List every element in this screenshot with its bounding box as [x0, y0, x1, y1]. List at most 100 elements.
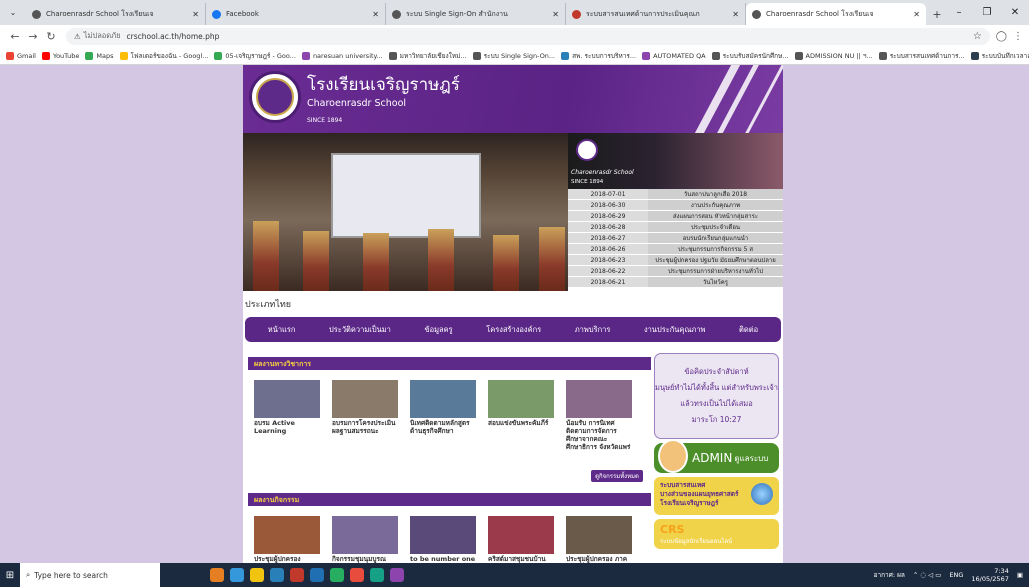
- tab-close-icon[interactable]: ✕: [732, 10, 739, 19]
- bookmark-item[interactable]: ADMISSION NU || ฯ...: [794, 51, 873, 61]
- news-row[interactable]: 2018-06-28 ประชุมประจำเดือน: [568, 221, 783, 233]
- reload-icon[interactable]: ↻: [42, 27, 60, 45]
- bookmark-item[interactable]: Maps: [85, 51, 114, 60]
- news-row[interactable]: 2018-06-29 ส่งแผนการสอน หัวหน้ากลุ่มสาระ: [568, 210, 783, 222]
- app-icon[interactable]: [310, 568, 324, 582]
- tray-arrows-icon[interactable]: ⌃ ◌ ◁ ▭: [913, 571, 941, 579]
- activity-thumbnail[interactable]: น้อมรับ การนิเทศ ติดตามการจัดการศึกษาจาก…: [566, 380, 632, 451]
- bookmark-item[interactable]: Gmail: [6, 51, 36, 60]
- thumbnail-caption[interactable]: อบรม Active Learning: [254, 419, 320, 435]
- thumbnail-caption[interactable]: ประชุมผู้ปกครอง 2/2563: [254, 555, 320, 563]
- menu-item[interactable]: ภาพบริการ: [575, 324, 611, 336]
- browser-tab[interactable]: ระบบ Single Sign-On สำนักงาน ✕: [386, 3, 566, 25]
- thumbnail-image[interactable]: [410, 380, 476, 418]
- activity-thumbnail[interactable]: สอบแข่งขันพระคัมภีร์: [488, 380, 554, 451]
- tab-close-icon[interactable]: ✕: [913, 10, 920, 19]
- windows-start-icon[interactable]: ⊞: [0, 563, 20, 587]
- menu-item[interactable]: ประวัติความเป็นมา: [329, 324, 391, 336]
- thumbnail-image[interactable]: [332, 380, 398, 418]
- address-bar[interactable]: ⚠ ไม่ปลอดภัย crschool.ac.th/home.php ☆: [66, 27, 990, 45]
- menu-item[interactable]: ข้อมูลครู: [424, 324, 452, 336]
- bookmark-item[interactable]: สพ. ระบบการบริหาร...: [561, 51, 636, 61]
- tab-close-icon[interactable]: ✕: [192, 10, 199, 19]
- browser-tab[interactable]: Charoenrasdr School โรงเรียนเจ ✕: [746, 3, 926, 25]
- school-logo[interactable]: [249, 71, 301, 123]
- activity-thumbnail[interactable]: อบรม Active Learning: [254, 380, 320, 451]
- activity-thumbnail[interactable]: คริสต์มาสชุมชนบ้าน: [488, 516, 554, 563]
- news-row[interactable]: 2018-06-27 อบรมนักเรียนกลุ่มแกนนำ: [568, 232, 783, 244]
- bookmark-item[interactable]: 05-เจริญราษฎร์ - Goo...: [214, 51, 296, 61]
- thumbnail-image[interactable]: [254, 516, 320, 554]
- bookmark-item[interactable]: มหาวิทยาลัยเชียงใหม่...: [388, 51, 467, 61]
- restore-icon[interactable]: ❐: [973, 0, 1001, 25]
- activity-thumbnail[interactable]: ประชุมผู้ปกครอง 2/2563: [254, 516, 320, 563]
- thumbnail-caption[interactable]: to be number one: [410, 555, 476, 563]
- news-row[interactable]: 2018-06-30 งานประกันคุณภาพ: [568, 199, 783, 211]
- news-row[interactable]: 2018-06-22 ประชุมกรรมการฝ่ายบริหารงานทั่ว…: [568, 265, 783, 277]
- crs-banner[interactable]: CRS ระบบข้อมูลนักเรียนออนไลน์: [654, 519, 779, 549]
- bookmark-item[interactable]: ระบบสารสนเทศด้านการ...: [878, 51, 965, 61]
- activity-thumbnail[interactable]: นิเทศติดตามหลักสูตรด้านธุรกิจศึกษา: [410, 380, 476, 451]
- thumbnail-image[interactable]: [488, 380, 554, 418]
- thumbnail-caption[interactable]: สอบแข่งขันพระคัมภีร์: [488, 419, 554, 427]
- activity-thumbnail[interactable]: กิจกรรมชุมนุมบูรณ: [332, 516, 398, 563]
- tab-close-icon[interactable]: ✕: [552, 10, 559, 19]
- app-icon[interactable]: [330, 568, 344, 582]
- view-all-button[interactable]: ดูกิจกรรมทั้งหมด: [591, 470, 643, 482]
- thumbnail-image[interactable]: [332, 516, 398, 554]
- taskbar-search[interactable]: ⌕ Type here to search: [20, 563, 160, 587]
- thumbnail-caption[interactable]: นิเทศติดตามหลักสูตรด้านธุรกิจศึกษา: [410, 419, 476, 435]
- profile-icon[interactable]: ◯: [996, 31, 1007, 42]
- bookmark-star-icon[interactable]: ☆: [973, 31, 982, 42]
- browser-tab[interactable]: Facebook ✕: [206, 3, 386, 25]
- chrome-icon[interactable]: [350, 568, 364, 582]
- bookmark-item[interactable]: ระบบ Single Sign-On...: [472, 51, 555, 61]
- browser-tab[interactable]: ระบบสารสนเทศด้านการประเมินคุณภ ✕: [566, 3, 746, 25]
- bookmark-item[interactable]: AUTOMATED QA: [642, 51, 706, 60]
- app-icon[interactable]: [230, 568, 244, 582]
- tab-close-icon[interactable]: ✕: [372, 10, 379, 19]
- menu-item[interactable]: โครงสร้างองค์กร: [486, 324, 541, 336]
- app-icon[interactable]: [250, 568, 264, 582]
- menu-item[interactable]: งานประกันคุณภาพ: [644, 324, 706, 336]
- admin-button[interactable]: ADMIN ดูแลระบบ: [654, 439, 779, 473]
- app-icon[interactable]: [370, 568, 384, 582]
- thumbnail-caption[interactable]: กิจกรรมชุมนุมบูรณ: [332, 555, 398, 563]
- thumbnail-caption[interactable]: น้อมรับ การนิเทศ ติดตามการจัดการศึกษาจาก…: [566, 419, 632, 451]
- thumbnail-caption[interactable]: ประชุมผู้ปกครอง ภาคเรียนที่ 2/2561: [566, 555, 632, 563]
- language-indicator[interactable]: ENG: [949, 571, 963, 579]
- app-icon[interactable]: [390, 568, 404, 582]
- close-window-icon[interactable]: ✕: [1001, 0, 1029, 25]
- news-row[interactable]: 2018-07-01 วันสถาปนาลูกเสือ 2018: [568, 189, 783, 200]
- weather-text[interactable]: อากาศ: ผล: [874, 570, 905, 580]
- thumbnail-image[interactable]: [566, 516, 632, 554]
- back-icon[interactable]: ←: [6, 27, 24, 45]
- app-icon[interactable]: [210, 568, 224, 582]
- news-row[interactable]: 2018-06-26 ประชุมกรรมการกิจกรรม 5 ส: [568, 243, 783, 255]
- news-row[interactable]: 2018-06-23 ประชุมผู้ปกครอง ปฐมวัย มัธยมศึ…: [568, 254, 783, 266]
- activity-thumbnail[interactable]: อบรมการโครงประเมินผลฐานสมรรถนะ: [332, 380, 398, 451]
- app-icon[interactable]: [290, 568, 304, 582]
- bookmark-item[interactable]: ระบบรับสมัครนักศึกษ...: [711, 51, 789, 61]
- bookmark-item[interactable]: ระบบบันทึกเวลาออนไลน์: [970, 51, 1029, 61]
- minimize-icon[interactable]: –: [945, 0, 973, 25]
- bookmark-item[interactable]: naresuan university...: [301, 51, 383, 60]
- notification-icon[interactable]: ▣: [1017, 571, 1023, 579]
- clock[interactable]: 7:34 16/05/2567: [971, 567, 1008, 583]
- menu-item[interactable]: หน้าแรก: [268, 324, 296, 336]
- news-row[interactable]: 2018-06-21 วันไหว้ครู: [568, 276, 783, 288]
- browser-tab[interactable]: Charoenrasdr School โรงเรียนเจ ✕: [26, 3, 206, 25]
- thumbnail-image[interactable]: [254, 380, 320, 418]
- info-system-banner[interactable]: ระบบสารสนเทศ บางส่วนของแผนยุทธศาสตร์ โรงเร…: [654, 477, 779, 515]
- thumbnail-image[interactable]: [488, 516, 554, 554]
- menu-item[interactable]: ติดต่อ: [739, 324, 758, 336]
- thumbnail-caption[interactable]: คริสต์มาสชุมชนบ้าน: [488, 555, 554, 563]
- bookmark-item[interactable]: โฟลเดอร์ของฉัน - Googl...: [119, 51, 208, 61]
- app-icon[interactable]: [270, 568, 284, 582]
- activity-thumbnail[interactable]: ประชุมผู้ปกครอง ภาคเรียนที่ 2/2561: [566, 516, 632, 563]
- bookmark-item[interactable]: YouTube: [41, 51, 79, 60]
- thumbnail-image[interactable]: [566, 380, 632, 418]
- tab-search-icon[interactable]: ⌄: [0, 0, 26, 25]
- thumbnail-caption[interactable]: อบรมการโครงประเมินผลฐานสมรรถนะ: [332, 419, 398, 435]
- forward-icon[interactable]: →: [24, 27, 42, 45]
